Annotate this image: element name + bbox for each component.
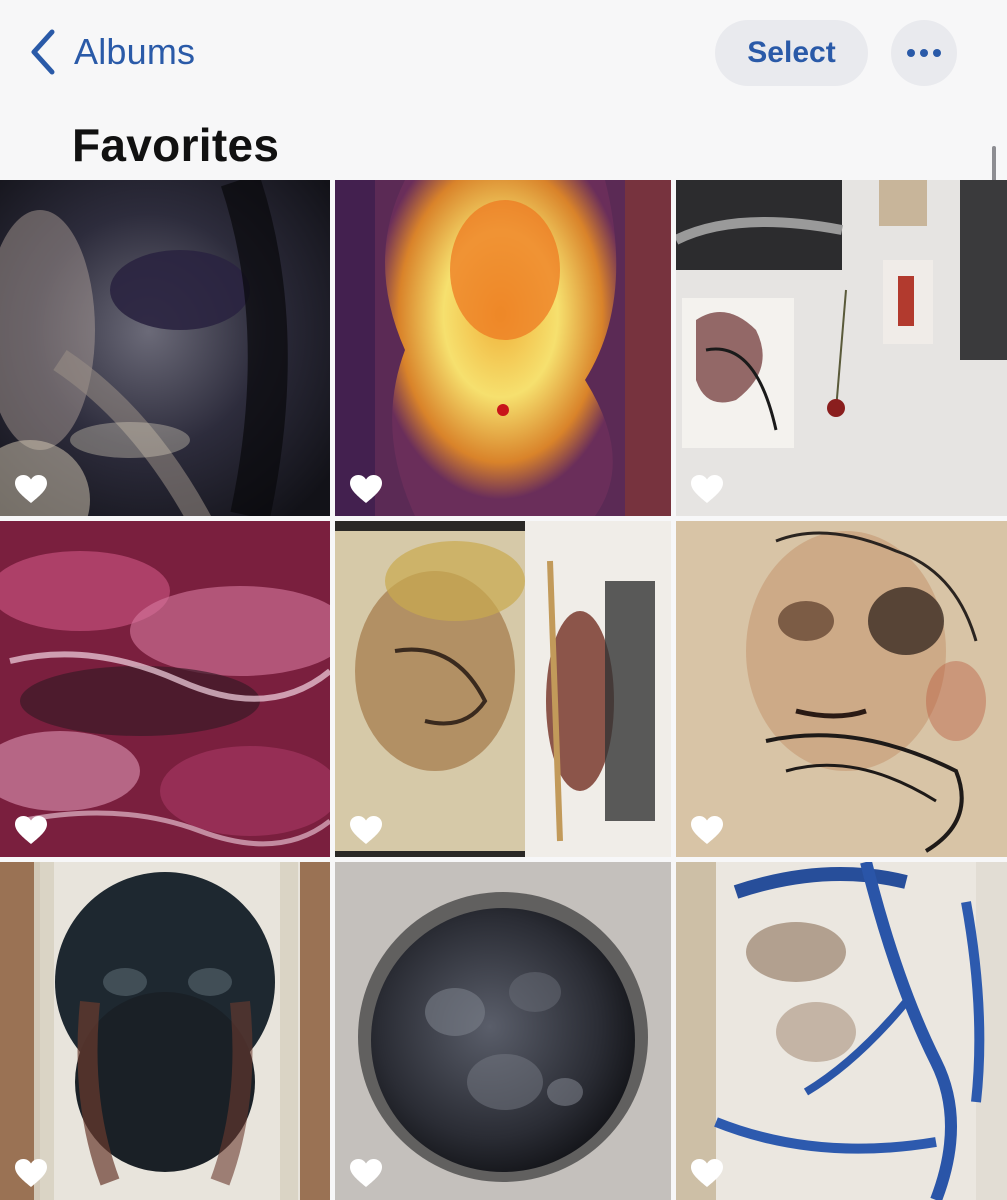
artwork-image [676,521,1007,857]
favorite-heart-icon [691,816,723,844]
artwork-image [335,521,671,857]
chevron-left-icon [31,29,55,75]
photo-thumbnail[interactable] [335,180,671,516]
artwork-image [0,862,330,1200]
favorite-heart-icon [350,1159,382,1187]
favorite-heart-icon [350,816,382,844]
page-title: Favorites [72,119,280,171]
select-button[interactable]: Select [715,20,868,86]
photo-thumbnail[interactable] [0,862,330,1200]
photo-thumbnail[interactable] [0,521,330,857]
ellipsis-icon [907,49,941,57]
photo-thumbnail[interactable] [676,180,1007,516]
artwork-image [676,180,1007,516]
scroll-indicator [992,146,996,182]
back-button[interactable]: Albums [26,22,195,82]
favorite-heart-icon [15,1159,47,1187]
photo-thumbnail[interactable] [676,862,1007,1200]
photo-thumbnail[interactable] [335,862,671,1200]
navigation-bar: Albums Select [0,0,1007,110]
photo-thumbnail[interactable] [0,180,330,516]
artwork-image [676,862,1007,1200]
artwork-image [0,521,330,857]
favorite-heart-icon [350,475,382,503]
photo-thumbnail[interactable] [335,521,671,857]
favorite-heart-icon [691,1159,723,1187]
photo-thumbnail[interactable] [676,521,1007,857]
photo-grid [0,180,1007,1200]
favorites-album-screen: Albums Select Favorites [0,0,1007,1200]
favorite-heart-icon [15,816,47,844]
more-options-button[interactable] [891,20,957,86]
back-button-label: Albums [74,31,196,72]
artwork-image [335,862,671,1200]
favorite-heart-icon [15,475,47,503]
favorite-heart-icon [691,475,723,503]
artwork-image [335,180,671,516]
artwork-image [0,180,330,516]
